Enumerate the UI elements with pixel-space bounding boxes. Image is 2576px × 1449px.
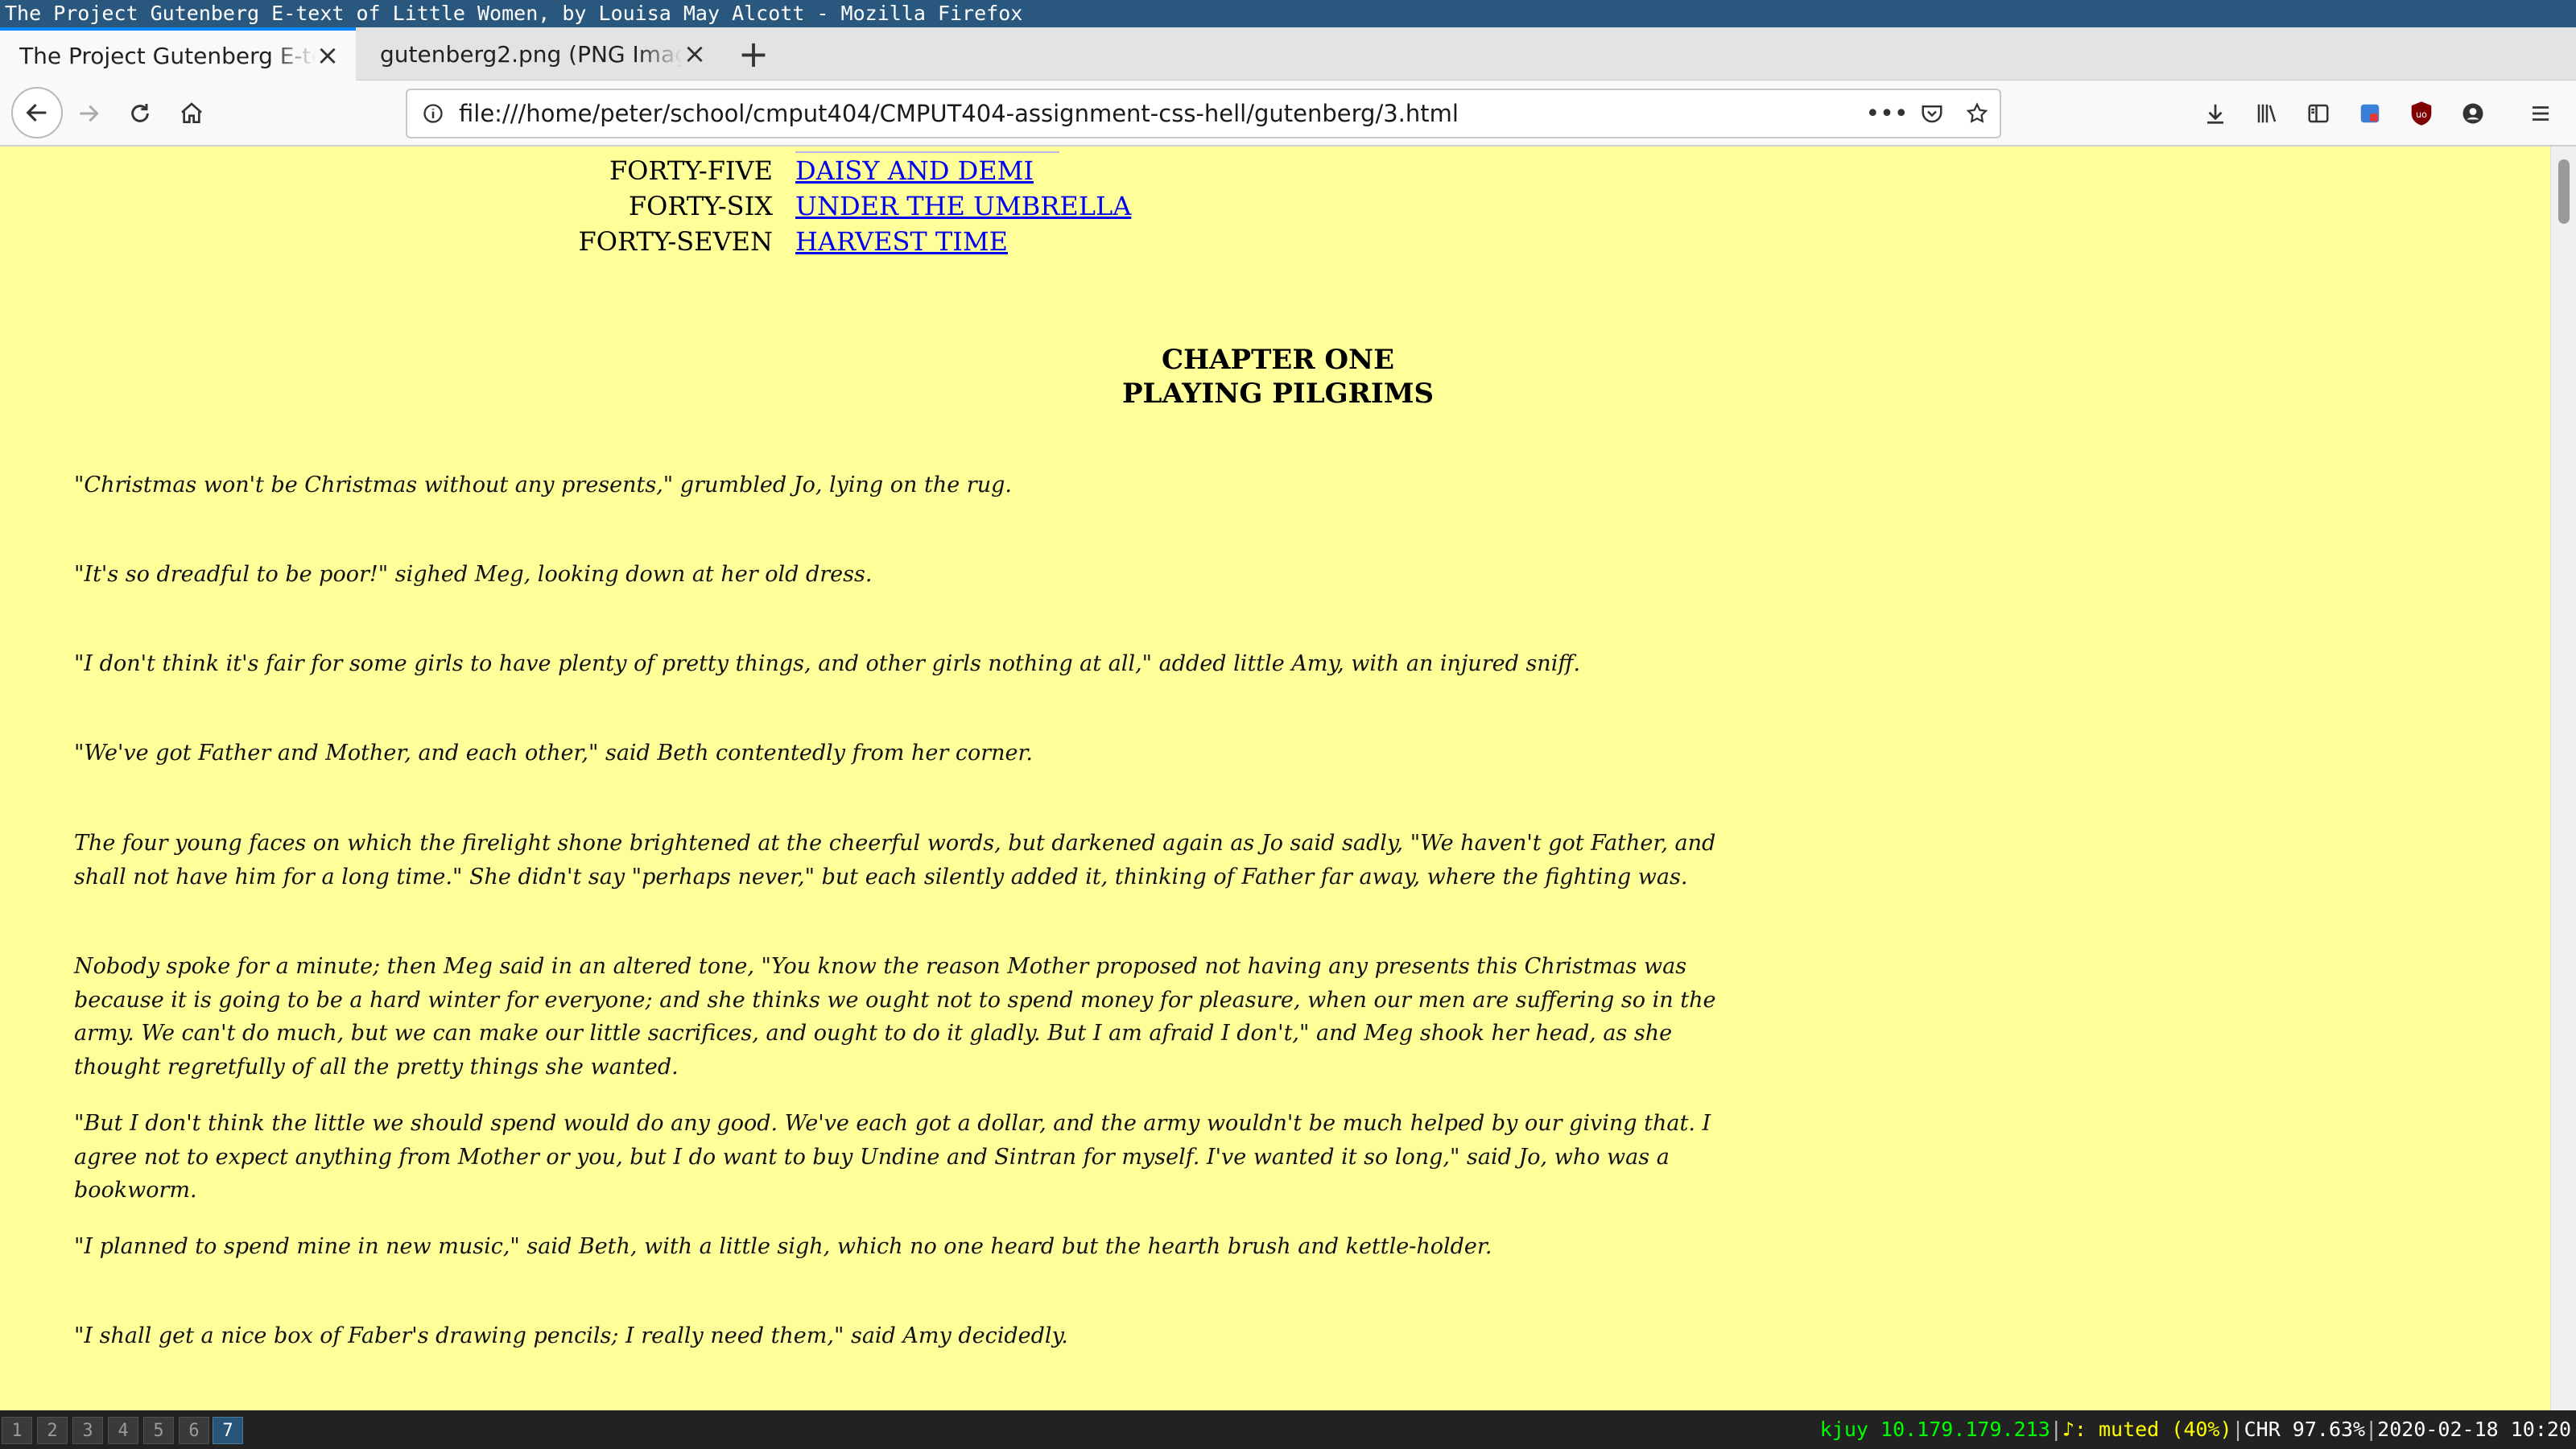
desktop-status-bar: 1 2 3 4 5 6 7 kjuy 10.179.179.213|♪: mut… [0,1410,2576,1449]
toc-chapter-link[interactable]: DAISY AND DEMI [795,153,1034,188]
ublock-icon[interactable]: uo [2397,89,2446,138]
new-tab-icon[interactable]: + [729,27,778,80]
tab-gutenberg-etext[interactable]: The Project Gutenberg E-text of Little W… [0,27,356,80]
url-text[interactable]: file:///home/peter/school/cmput404/CMPUT… [459,100,1864,127]
volume-status: ♪: muted (40%) [2062,1418,2232,1441]
svg-text:uo: uo [2416,109,2427,120]
home-icon[interactable] [167,89,216,138]
tab-label: gutenberg2.png (PNG Image, 1600 × 900 pi… [380,40,683,68]
window-titlebar: The Project Gutenberg E-text of Little W… [0,0,2576,27]
library-icon[interactable] [2243,89,2291,138]
paragraph: The four young faces on which the fireli… [74,831,1716,890]
toc-chapter-link[interactable]: HARVEST TIME [795,224,1008,259]
toc-chapter-number: FORTY-FIVE [609,155,773,186]
paragraph: "I planned to spend mine in new music," … [74,1234,1492,1259]
toc-chapter-number: FORTY-SEVEN [578,226,773,257]
tab-gutenberg2-png[interactable]: gutenberg2.png (PNG Image, 1600 × 900 pi… [361,27,723,80]
toc-chapter-link[interactable]: UNDER THE UMBRELLA [795,188,1131,224]
back-icon[interactable] [11,87,63,138]
page-content: FORTY-FIVE DAISY AND DEMI FORTY-SIX UNDE… [0,147,2576,1410]
paragraph: "I don't think it's fair for some girls … [74,651,1581,676]
workspace-button[interactable]: 2 [37,1417,68,1444]
clock: 2020-02-18 10:20 [2377,1418,2571,1441]
info-icon[interactable] [407,102,459,125]
toc-row: FORTY-FIVE DAISY AND DEMI [0,151,2576,188]
divider: | [2050,1418,2062,1441]
battery-status: CHR 97.63% [2244,1418,2366,1441]
workspace-button[interactable]: 6 [179,1417,209,1444]
download-icon[interactable] [2191,89,2240,138]
workspace-button[interactable]: 3 [72,1417,103,1444]
paragraph: Nobody spoke for a minute; then Meg said… [74,954,1716,1080]
paragraph: "We've got Father and Mother, and each o… [74,741,1033,766]
network-status: kjuy 10.179.179.213 [1819,1418,2050,1441]
workspace-button-active[interactable]: 7 [213,1417,243,1444]
extension-icon[interactable] [2346,89,2394,138]
close-tab-icon[interactable]: × [683,38,707,70]
workspace-button[interactable]: 1 [2,1417,32,1444]
page-actions-icon[interactable]: ••• [1864,100,1909,128]
menu-icon[interactable] [2516,89,2565,138]
close-tab-icon[interactable]: × [316,39,340,72]
forward-icon[interactable] [64,89,113,138]
sidebar-icon[interactable] [2294,89,2343,138]
paragraph: "But I don't think the little we should … [74,1111,1711,1203]
tab-strip: The Project Gutenberg E-text of Little W… [0,27,2576,80]
paragraph: "I shall get a nice box of Faber's drawi… [74,1323,1068,1348]
reload-icon[interactable] [116,89,164,138]
paragraph: "It's so dreadful to be poor!" sighed Me… [74,562,873,587]
workspace-button[interactable]: 5 [143,1417,174,1444]
toc-row: FORTY-SEVEN HARVEST TIME [0,224,2576,259]
chapter-title: PLAYING PILGRIMS [1121,378,1435,410]
vertical-scrollbar[interactable] [2550,147,2576,1410]
divider: | [2231,1418,2244,1441]
account-icon[interactable] [2449,89,2497,138]
url-bar[interactable]: file:///home/peter/school/cmput404/CMPUT… [406,89,2001,138]
paragraph: "Christmas won't be Christmas without an… [74,473,1012,497]
chapter-number: CHAPTER ONE [1161,344,1395,376]
status-blocks: kjuy 10.179.179.213|♪: muted (40%)|CHR 9… [1820,1410,2571,1449]
navigation-toolbar: file:///home/peter/school/cmput404/CMPUT… [0,80,2576,147]
pocket-icon[interactable] [1909,101,1955,126]
toc-row: FORTY-SIX UNDER THE UMBRELLA [0,188,2576,224]
workspace-button[interactable]: 4 [108,1417,138,1444]
divider: | [2365,1418,2378,1441]
window-title: The Project Gutenberg E-text of Little W… [5,2,1023,25]
scrollbar-thumb[interactable] [2558,159,2570,224]
toc-chapter-number: FORTY-SIX [628,191,773,221]
bookmark-star-icon[interactable] [1955,101,2000,126]
chapter-heading: CHAPTER ONE PLAYING PILGRIMS [0,343,2556,411]
tab-label: The Project Gutenberg E-text of Little W… [19,42,316,69]
